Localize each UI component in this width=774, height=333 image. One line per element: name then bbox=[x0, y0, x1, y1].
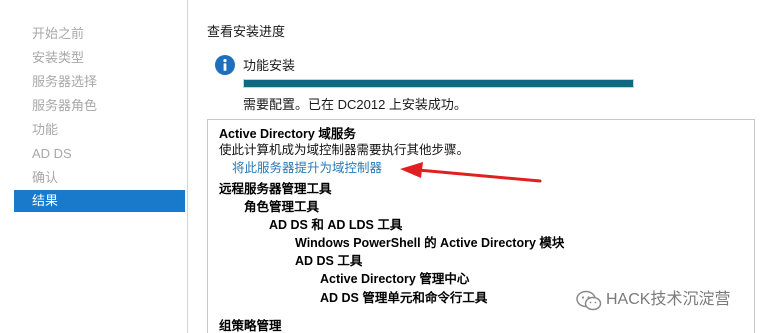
result-ad-ds-lds-tools: AD DS 和 AD LDS 工具 bbox=[269, 218, 403, 232]
result-ad-admin-center: Active Directory 管理中心 bbox=[320, 272, 470, 286]
sidebar-item-server-selection[interactable]: 服务器选择 bbox=[32, 74, 97, 90]
result-ad-ds-description: 使此计算机成为域控制器需要执行其他步骤。 bbox=[219, 143, 470, 157]
promote-to-dc-link[interactable]: 将此服务器提升为域控制器 bbox=[232, 160, 382, 176]
install-status-text: 需要配置。已在 DC2012 上安装成功。 bbox=[243, 97, 467, 112]
wizard-sidebar: 开始之前 安装类型 服务器选择 服务器角色 功能 AD DS 确认 结果 bbox=[0, 0, 188, 333]
sidebar-item-server-roles[interactable]: 服务器角色 bbox=[32, 98, 97, 114]
sidebar-item-confirmation[interactable]: 确认 bbox=[32, 170, 58, 186]
watermark-text: HACK技术沉淀营 bbox=[606, 291, 731, 308]
sidebar-item-features[interactable]: 功能 bbox=[32, 122, 58, 138]
info-icon bbox=[215, 55, 235, 75]
install-progress-bar bbox=[243, 79, 634, 88]
sidebar-item-installation-type[interactable]: 安装类型 bbox=[32, 50, 84, 66]
result-ps-ad-module: Windows PowerShell 的 Active Directory 模块 bbox=[295, 236, 565, 250]
sidebar-item-before-you-begin[interactable]: 开始之前 bbox=[32, 26, 84, 42]
result-role-admin-tools: 角色管理工具 bbox=[244, 200, 320, 214]
feature-install-label: 功能安装 bbox=[243, 58, 296, 73]
sidebar-item-ad-ds[interactable]: AD DS bbox=[32, 146, 72, 162]
sidebar-item-label: 结果 bbox=[32, 193, 59, 208]
page-title: 查看安装进度 bbox=[207, 24, 286, 39]
install-progress-fill bbox=[244, 80, 633, 87]
sidebar-item-results[interactable]: 结果 bbox=[14, 190, 185, 212]
wechat-icon bbox=[576, 290, 602, 311]
result-ad-ds-title: Active Directory 域服务 bbox=[219, 127, 356, 141]
wizard-window: 开始之前 安装类型 服务器选择 服务器角色 功能 AD DS 确认 结果 查看安… bbox=[0, 0, 774, 333]
result-ad-ds-tools: AD DS 工具 bbox=[295, 254, 363, 268]
result-group-policy: 组策略管理 bbox=[219, 319, 282, 333]
result-rsat-title: 远程服务器管理工具 bbox=[219, 182, 332, 196]
result-ad-ds-snapins: AD DS 管理单元和命令行工具 bbox=[320, 291, 488, 305]
